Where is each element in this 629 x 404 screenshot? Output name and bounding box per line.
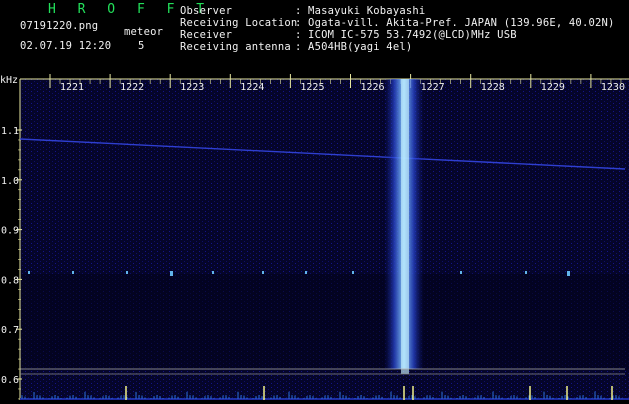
info-label: Observer: [180, 5, 233, 17]
echo-blip: [212, 271, 214, 274]
detection-label: meteor: [124, 26, 164, 38]
info-panel: Observer : Masayuki Kobayashi Receiving L…: [180, 5, 615, 53]
y-tick-label: 0.7: [1, 325, 19, 336]
info-label: Receiving antenna: [180, 41, 291, 53]
x-tick-label: 1227: [421, 82, 445, 93]
spectrogram-plot: 1.1 1.0 0.9 0.8 0.7 0.6 1221 1222 1223 1224 1225 1…: [0, 74, 629, 400]
y-tick-label: 0.8: [1, 275, 19, 286]
detection-count: 5: [138, 40, 145, 52]
spectrogram-panel: 1.1 1.0 0.9 0.8 0.7 0.6 1221 1222 1223 1224 1225 1…: [0, 74, 629, 400]
info-value: : ICOM IC-575 53.7492(@LCD)MHz USB: [295, 29, 517, 41]
info-value: : Ogata-vill. Akita-Pref. JAPAN (139.96E…: [295, 17, 615, 29]
x-tick-label: 1228: [481, 82, 505, 93]
x-tick-label: 1224: [240, 82, 264, 93]
echo-blip: [460, 271, 462, 274]
x-tick-label: 1221: [60, 82, 84, 93]
echo-blip: [126, 271, 128, 274]
info-value: : Masayuki Kobayashi: [295, 5, 426, 17]
info-row-antenna: Receiving antenna : A504HB(yagi 4el): [180, 41, 615, 53]
file-name: 07191220.png: [20, 20, 99, 32]
file-timestamp: 02.07.19 12:20: [20, 40, 112, 52]
y-tick-label: 0.6: [1, 375, 19, 386]
y-axis: 1.1 1.0 0.9 0.8 0.7 0.6: [1, 79, 22, 400]
spectrogram-fade-lower: [20, 274, 629, 370]
y-unit-label: kHz: [0, 75, 18, 86]
x-tick-label: 1222: [120, 82, 144, 93]
info-label: Receiving Location: [180, 17, 298, 29]
x-tick-label: 1223: [180, 82, 204, 93]
info-row-observer: Observer : Masayuki Kobayashi: [180, 5, 615, 17]
echo-blip: [525, 271, 527, 274]
echo-blip: [567, 271, 570, 276]
info-row-location: Receiving Location: Ogata-vill. Akita-Pr…: [180, 17, 615, 29]
echo-blip: [72, 271, 74, 274]
info-label: Receiver: [180, 29, 233, 41]
meteor-echo-core: [401, 79, 409, 374]
info-value: : A504HB(yagi 4el): [295, 41, 413, 53]
x-tick-label: 1229: [541, 82, 565, 93]
y-tick-label: 0.9: [1, 226, 19, 237]
echo-blip: [305, 271, 307, 274]
echo-blip: [28, 271, 30, 274]
info-row-receiver: Receiver : ICOM IC-575 53.7492(@LCD)MHz U…: [180, 29, 615, 41]
x-tick-label: 1225: [300, 82, 324, 93]
x-tick-label: 1226: [361, 82, 385, 93]
echo-blip: [352, 271, 354, 274]
echo-blip: [170, 271, 173, 276]
echo-blip: [262, 271, 264, 274]
x-tick-label: 1230: [601, 82, 625, 93]
y-tick-label: 1.0: [1, 176, 19, 187]
y-tick-label: 1.1: [1, 126, 19, 137]
